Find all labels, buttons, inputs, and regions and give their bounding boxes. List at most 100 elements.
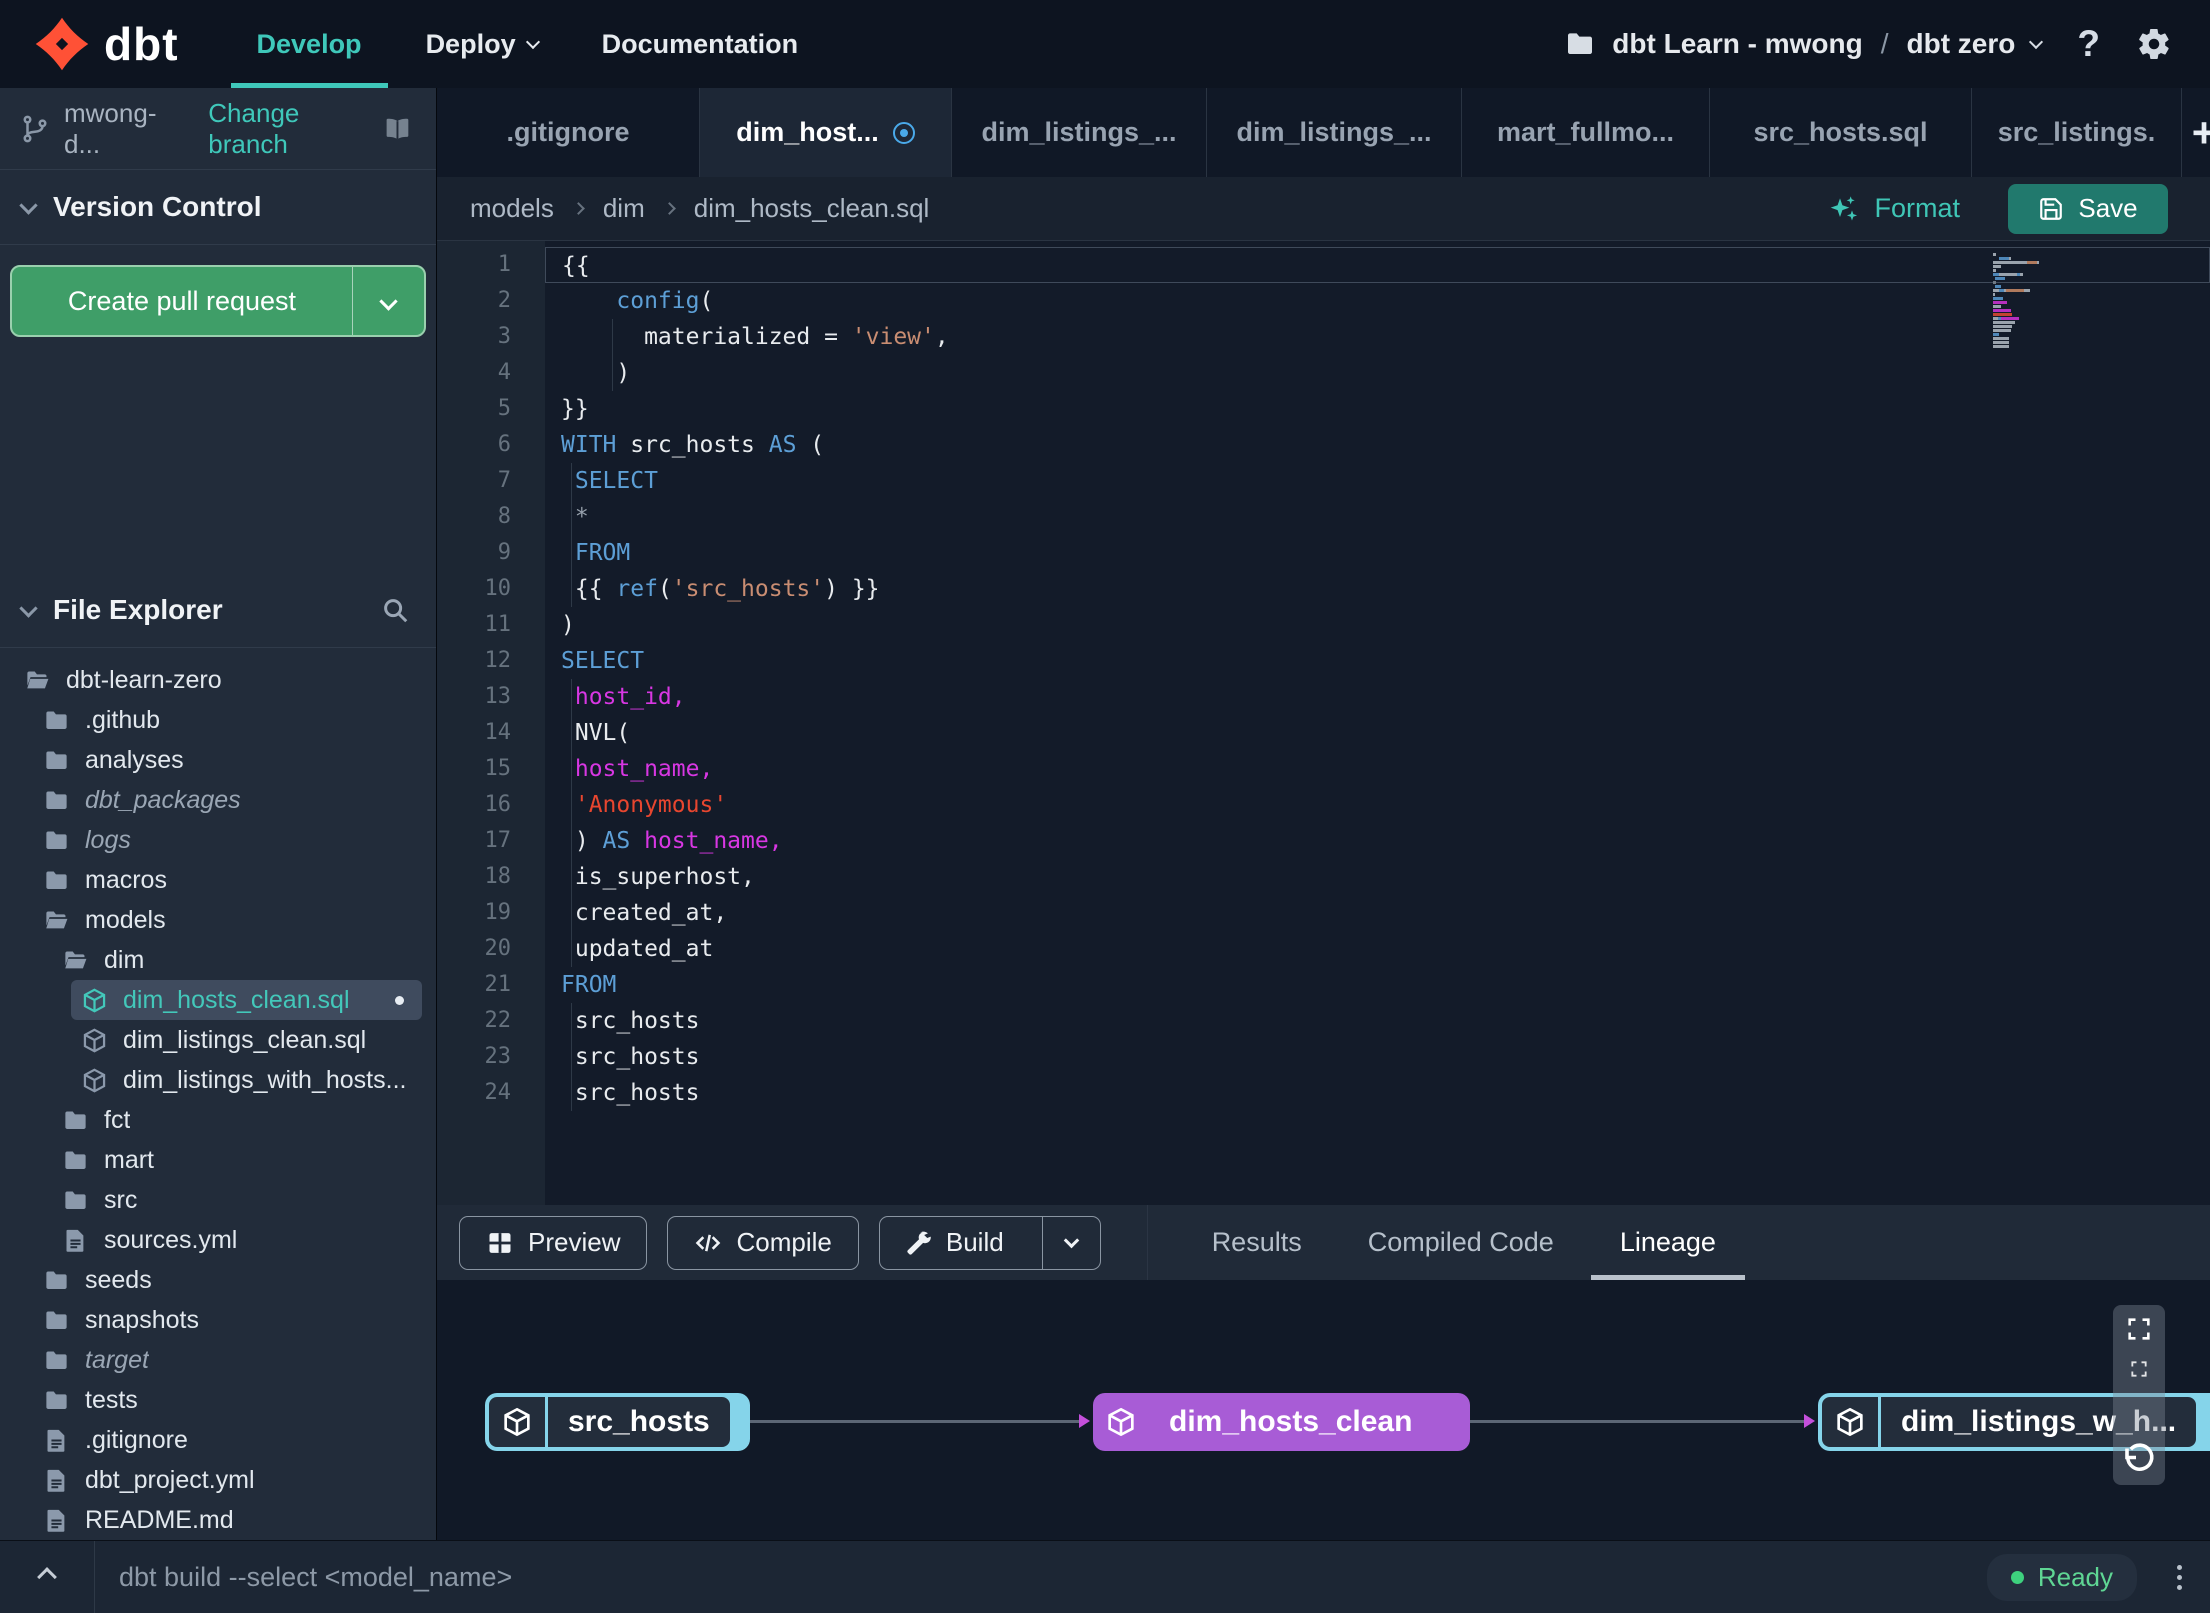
book-icon[interactable]	[383, 113, 412, 145]
save-button[interactable]: Save	[2008, 183, 2168, 234]
dbt-cloud-ide: dbt Develop Deploy Documentation dbt Lea…	[0, 0, 2210, 1613]
line-content: ) AS host_name,	[545, 823, 2210, 859]
tab-lineage[interactable]: Lineage	[1620, 1205, 1716, 1280]
nav-develop[interactable]: Develop	[230, 0, 388, 88]
tree-item[interactable]: target	[33, 1340, 422, 1380]
code-editor[interactable]: 1{{2 config(3 materialized = 'view', 4 ) 5…	[437, 240, 2210, 1205]
save-label: Save	[2078, 193, 2138, 223]
tree-item-label: logs	[85, 825, 131, 854]
tree-item[interactable]: seeds	[33, 1260, 422, 1300]
project-account: dbt Learn - mwong	[1612, 28, 1863, 59]
line-number: 17	[484, 828, 512, 853]
nav-deploy[interactable]: Deploy	[408, 0, 556, 88]
tree-item[interactable]: models	[33, 900, 422, 940]
lineage-canvas[interactable]: src_hosts dim_hosts_clean dim_listings_w_h…	[437, 1280, 2210, 1540]
tree-item[interactable]: dbt_project.yml	[33, 1460, 422, 1500]
line-number: 21	[484, 972, 512, 997]
tree-item[interactable]: dbt_packages	[33, 780, 422, 820]
line-content: config(	[616, 288, 714, 314]
project-selector[interactable]: dbt Learn - mwong / dbt zero	[1564, 28, 2044, 60]
kebab-menu-icon[interactable]	[2177, 1564, 2210, 1590]
tree-item-label: mart	[104, 1145, 154, 1174]
change-branch-link[interactable]: Change branch	[208, 98, 369, 160]
code-line: 13 host_id,	[437, 679, 2210, 715]
tree-item[interactable]: logs	[33, 820, 422, 860]
code-line: 19 created_at,	[437, 895, 2210, 931]
tree-item[interactable]: mart	[52, 1140, 422, 1180]
editor-tab[interactable]: dim_host...	[700, 88, 952, 177]
fullscreen-icon[interactable]	[2125, 1315, 2153, 1343]
create-pull-request-button[interactable]: Create pull request	[10, 265, 426, 337]
create-pull-request-label: Create pull request	[67, 285, 297, 316]
tree-item[interactable]: dbt-learn-zero	[14, 660, 422, 700]
tree-item-label: README.md	[85, 1505, 234, 1534]
top-nav: dbt Develop Deploy Documentation dbt Lea…	[0, 0, 2210, 88]
tree-item[interactable]: dim_hosts_clean.sql	[71, 980, 422, 1020]
search-icon[interactable]	[380, 595, 410, 625]
format-button[interactable]: Format	[1828, 193, 1960, 225]
editor-tab[interactable]: dim_listings_...	[952, 88, 1207, 177]
chevron-up-icon	[37, 1567, 57, 1587]
model-cube-icon	[81, 987, 108, 1014]
editor-tab[interactable]: .gitignore	[437, 88, 700, 177]
breadcrumb-models[interactable]: models	[470, 193, 554, 224]
breadcrumb-file[interactable]: dim_hosts_clean.sql	[694, 193, 930, 224]
editor-tab[interactable]: src_listings.	[1972, 88, 2182, 177]
tree-item-label: dim	[104, 945, 145, 974]
editor-tab[interactable]: src_hosts.sql	[1710, 88, 1972, 177]
nav-documentation[interactable]: Documentation	[584, 0, 817, 88]
code-line: 21 FROM	[437, 967, 2210, 1003]
minimize-icon[interactable]	[2129, 1359, 2149, 1379]
tab-results[interactable]: Results	[1212, 1205, 1302, 1280]
folder-open-icon	[43, 907, 70, 934]
lineage-node[interactable]: src_hosts	[485, 1393, 750, 1451]
tab-compiled-code[interactable]: Compiled Code	[1368, 1205, 1554, 1280]
line-number: 14	[484, 720, 512, 745]
help-icon[interactable]: ?	[2077, 23, 2100, 65]
command-input[interactable]: dbt build --select <model_name>	[95, 1562, 1987, 1593]
tree-item[interactable]: src	[52, 1180, 422, 1220]
editor-tab[interactable]: mart_fullmo...	[1462, 88, 1710, 177]
version-control-header[interactable]: Version Control	[0, 170, 436, 245]
new-tab-button[interactable]: +	[2182, 88, 2210, 177]
build-dropdown-caret[interactable]	[1041, 1216, 1100, 1269]
file-icon	[43, 1467, 70, 1494]
folder-icon	[43, 1307, 70, 1334]
tree-item-label: dim_listings_with_hosts...	[123, 1065, 407, 1094]
indent-guide	[570, 895, 572, 931]
build-button-main[interactable]: Build	[880, 1217, 1028, 1269]
tree-item[interactable]: analyses	[33, 740, 422, 780]
tree-item[interactable]: README.md	[33, 1500, 422, 1540]
indent-guide	[570, 571, 572, 607]
tree-item[interactable]: dim_listings_with_hosts...	[71, 1060, 422, 1100]
undo-icon[interactable]	[2121, 1441, 2157, 1477]
tree-item[interactable]: fct	[52, 1100, 422, 1140]
tree-item[interactable]: dim	[52, 940, 422, 980]
folder-icon	[43, 707, 70, 734]
dbt-logo[interactable]: dbt	[0, 16, 215, 72]
line-number: 5	[497, 396, 511, 421]
status-bar: dbt build --select <model_name> Ready	[0, 1540, 2210, 1613]
command-bar-toggle[interactable]	[0, 1541, 95, 1613]
lineage-node[interactable]: dim_hosts_clean	[1093, 1393, 1470, 1451]
tree-item[interactable]: .gitignore	[33, 1420, 422, 1460]
file-icon	[43, 1507, 70, 1534]
tree-item[interactable]: tests	[33, 1380, 422, 1420]
action-bar: Preview Compile Build Results Compiled C…	[437, 1205, 2210, 1280]
build-button[interactable]: Build	[878, 1215, 1101, 1270]
tree-item[interactable]: macros	[33, 860, 422, 900]
line-content: *	[545, 499, 2210, 535]
editor-tab[interactable]: dim_listings_...	[1207, 88, 1462, 177]
file-tree: dbt-learn-zero .github analyses dbt_package…	[0, 648, 436, 1540]
tree-item[interactable]: snapshots	[33, 1300, 422, 1340]
gear-icon[interactable]	[2136, 26, 2172, 62]
preview-button[interactable]: Preview	[459, 1215, 648, 1270]
editor-minimap[interactable]	[1993, 253, 2045, 349]
tree-item[interactable]: .github	[33, 700, 422, 740]
tree-item[interactable]: sources.yml	[52, 1220, 422, 1260]
breadcrumb-dim[interactable]: dim	[603, 193, 645, 224]
compile-button[interactable]: Compile	[667, 1215, 859, 1270]
pr-dropdown-caret[interactable]	[352, 267, 424, 335]
tree-item[interactable]: dim_listings_clean.sql	[71, 1020, 422, 1060]
file-explorer-header[interactable]: File Explorer	[0, 573, 436, 648]
